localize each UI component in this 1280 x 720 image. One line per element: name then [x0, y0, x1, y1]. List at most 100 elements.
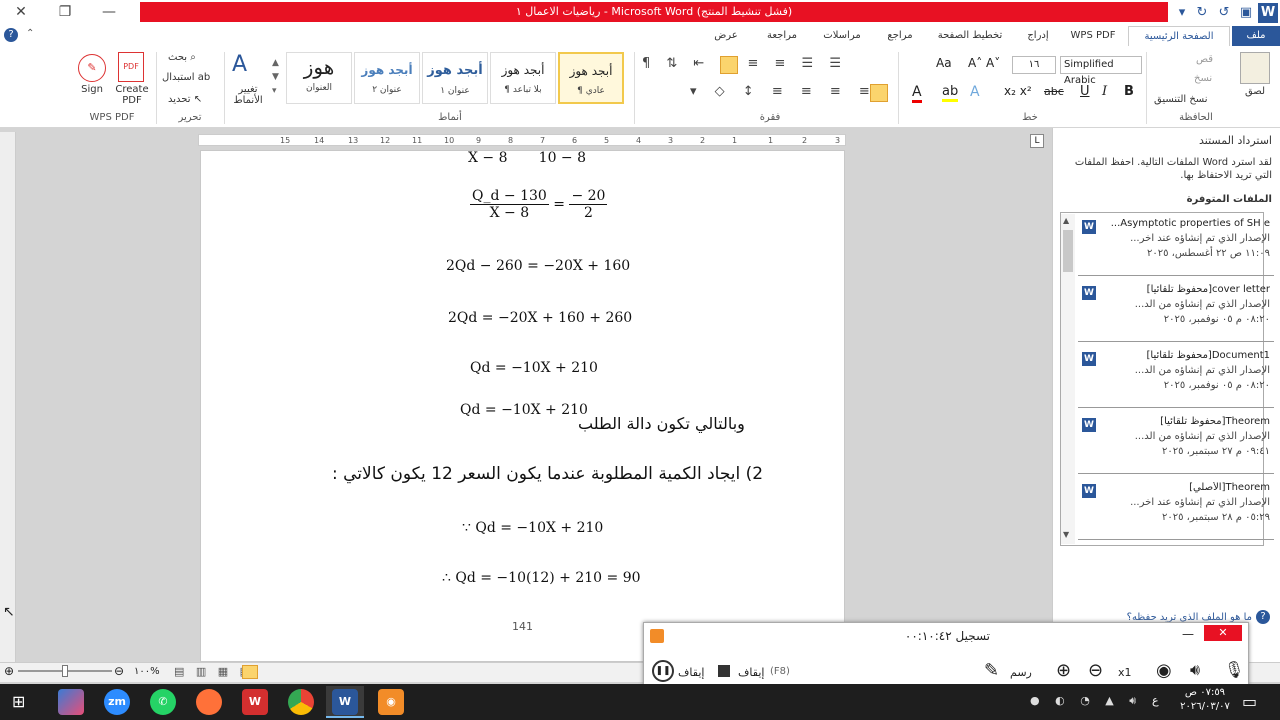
rtl-direction-icon[interactable] [720, 56, 738, 74]
windows-start-icon[interactable]: ⊞ [12, 692, 32, 712]
grow-font-icon[interactable]: A˄ A˅ [968, 56, 1000, 70]
pen-icon[interactable]: ✎ [984, 660, 999, 681]
zoom-in-icon[interactable]: ⊕ [4, 664, 14, 678]
tab-insert[interactable]: إدراج [1018, 26, 1058, 46]
notifications-icon[interactable]: ▭ [1242, 692, 1257, 711]
word-doc-icon: W [1082, 286, 1096, 300]
tab-mailings[interactable]: مراسلات [812, 26, 872, 46]
zoom-app-icon[interactable]: zm [104, 689, 130, 715]
microphone-icon[interactable]: 🎙︎ [1224, 660, 1244, 679]
style-normal[interactable]: أبجد هوز ¶ عادي [558, 52, 624, 104]
chrome-icon[interactable] [288, 689, 314, 715]
redo-icon[interactable]: ↻ [1192, 3, 1212, 23]
style-no-spacing[interactable]: أبجد هوز ¶ بلا تباعد [490, 52, 556, 104]
copy-button[interactable]: نسخ [1194, 73, 1212, 84]
recovered-file-item[interactable]: W Document1[محفوظ تلقائياً] الإصدار الذي ت… [1078, 348, 1274, 408]
minimize-button[interactable]: — [88, 0, 130, 26]
tray-icons[interactable]: ● ◐ ◔ ▲ 🔊︎ [1030, 694, 1142, 708]
italic-icon[interactable]: I [1102, 84, 1107, 99]
recorder-taskbar-icon[interactable]: ◉ [378, 689, 404, 715]
zoom-factor[interactable]: x1 [1118, 666, 1132, 679]
save-icon[interactable]: ▣ [1236, 3, 1256, 23]
find-button[interactable]: بحث ⌕ [168, 52, 196, 63]
sign-button[interactable]: Sign [78, 84, 106, 95]
recovered-file-item[interactable]: Wcover letter[محفوظ تلقائياً] الإصدار الذ… [1078, 282, 1274, 342]
pause-icon[interactable]: ❚❚ [652, 660, 674, 682]
tab-references[interactable]: مراجع [878, 26, 922, 46]
zoom-slider-thumb[interactable] [62, 665, 68, 677]
text-effects-icon[interactable]: A [970, 84, 980, 100]
underline-icon[interactable]: U [1080, 84, 1090, 99]
word-taskbar-icon[interactable]: W [332, 689, 358, 715]
files-scroll-thumb[interactable] [1063, 230, 1073, 272]
font-color-icon[interactable]: A [912, 84, 922, 103]
zoom-out-recorder-icon[interactable]: ⊖ [1088, 660, 1103, 681]
zoom-level[interactable]: ١٠٠% [134, 666, 160, 677]
select-button[interactable]: تحديد ↖ [168, 94, 202, 105]
clock[interactable]: ٠٧:٥٩ ص ٢٠٢٦/٠٣/٠٧ [1178, 686, 1232, 714]
tab-file[interactable]: ملف [1232, 26, 1280, 46]
tab-view[interactable]: عرض [706, 26, 746, 46]
editing-group-label: تحرير [178, 112, 202, 123]
highlight-icon[interactable]: ab [942, 84, 959, 102]
whatsapp-icon[interactable]: ✆ [150, 689, 176, 715]
replace-button[interactable]: استبدال ab [162, 72, 210, 83]
cut-button[interactable]: قص [1196, 54, 1213, 65]
help-icon[interactable]: ? [4, 28, 18, 42]
format-painter-button[interactable]: نسخ التنسيق [1154, 94, 1207, 105]
zoom-out-icon[interactable]: ⊖ [114, 664, 124, 678]
align-right-icon[interactable] [870, 84, 888, 102]
change-styles-button[interactable]: تغيير الأنماط [228, 84, 268, 106]
recovered-file-item[interactable]: W Theorem[محفوظ تلقائياً] الإصدار الذي تم … [1078, 414, 1274, 474]
firefox-icon[interactable] [196, 689, 222, 715]
ruler-tick: 8 [508, 136, 514, 145]
paragraph-list-icons[interactable]: ¶ ⇅ ⇤ ⇥ ≡ ≡ ☰ ☰ [642, 56, 892, 71]
help-icon[interactable]: ? [1256, 610, 1270, 624]
recorder-minimize-button[interactable]: — [1182, 627, 1194, 641]
font-size-select[interactable]: ١٦ [1012, 56, 1056, 74]
change-case-icon[interactable]: Aa [936, 56, 952, 70]
wps-icon[interactable]: W [242, 689, 268, 715]
restore-button[interactable]: ❐ [44, 0, 86, 26]
zoom-in-recorder-icon[interactable]: ⊕ [1056, 660, 1071, 681]
stop-icon[interactable] [718, 665, 730, 677]
tab-selector-icon[interactable]: L [1030, 134, 1044, 148]
paste-icon[interactable] [1240, 52, 1270, 84]
create-pdf-button[interactable]: Create PDF [112, 84, 152, 106]
style-heading-1[interactable]: أبجد هوز عنوان ١ [422, 52, 488, 104]
scroll-down-icon[interactable]: ▼ [1063, 530, 1069, 539]
scroll-up-icon[interactable]: ▲ [1063, 216, 1069, 225]
recovered-file-item[interactable]: W Asymptotic properties of SH e... الإصدار… [1078, 216, 1274, 276]
language-indicator[interactable]: ع [1152, 694, 1159, 707]
webcam-icon[interactable]: ◉ [1156, 660, 1172, 681]
font-group-label: خط [1022, 112, 1038, 123]
recovered-file-item[interactable]: W Theorem[الأصلي] الإصدار الذي تم إنشاؤه ع… [1078, 480, 1274, 540]
font-name-select[interactable]: Simplified Arabic [1060, 56, 1142, 86]
pause-button[interactable]: إيقاف [678, 666, 704, 679]
tab-home[interactable]: الصفحة الرئيسية [1128, 26, 1230, 46]
copilot-icon[interactable] [58, 689, 84, 715]
change-styles-icon[interactable]: A [232, 52, 247, 77]
style-title[interactable]: هوز العنوان [286, 52, 352, 104]
subscript-icon[interactable]: x₂ x² [1004, 84, 1032, 98]
collapse-ribbon-icon[interactable]: ⌃ [26, 28, 34, 39]
close-button[interactable]: ✕ [0, 0, 42, 26]
undo-icon[interactable]: ↺ [1214, 3, 1234, 23]
stop-button[interactable]: إيقاف [738, 666, 764, 679]
tab-wps-pdf[interactable]: WPS PDF [1064, 26, 1122, 46]
strikethrough-icon[interactable]: abc [1044, 85, 1064, 98]
print-layout-icon[interactable] [242, 665, 258, 679]
paste-button[interactable]: لصق [1240, 86, 1270, 97]
tab-review[interactable]: مراجعة [756, 26, 808, 46]
sign-icon[interactable]: ✎ [78, 54, 106, 82]
styles-scroll-icon[interactable]: ▲ ▼ ▾ [272, 56, 279, 98]
alignment-icons[interactable]: ▾ ◇ ↕ ≡ ≡ ≡ ≡ [690, 84, 890, 99]
style-heading-2[interactable]: أبجد هوز عنوان ٢ [354, 52, 420, 104]
draw-button[interactable]: رسم [1010, 666, 1032, 679]
customize-toolbar-icon[interactable]: ▾ [1172, 3, 1192, 23]
create-pdf-icon[interactable]: PDF [118, 52, 144, 82]
speaker-icon[interactable]: 🔊︎ [1190, 660, 1200, 680]
recorder-close-button[interactable]: ✕ [1204, 625, 1242, 641]
bold-icon[interactable]: B [1124, 84, 1134, 99]
tab-layout[interactable]: تخطيط الصفحة [930, 26, 1010, 46]
